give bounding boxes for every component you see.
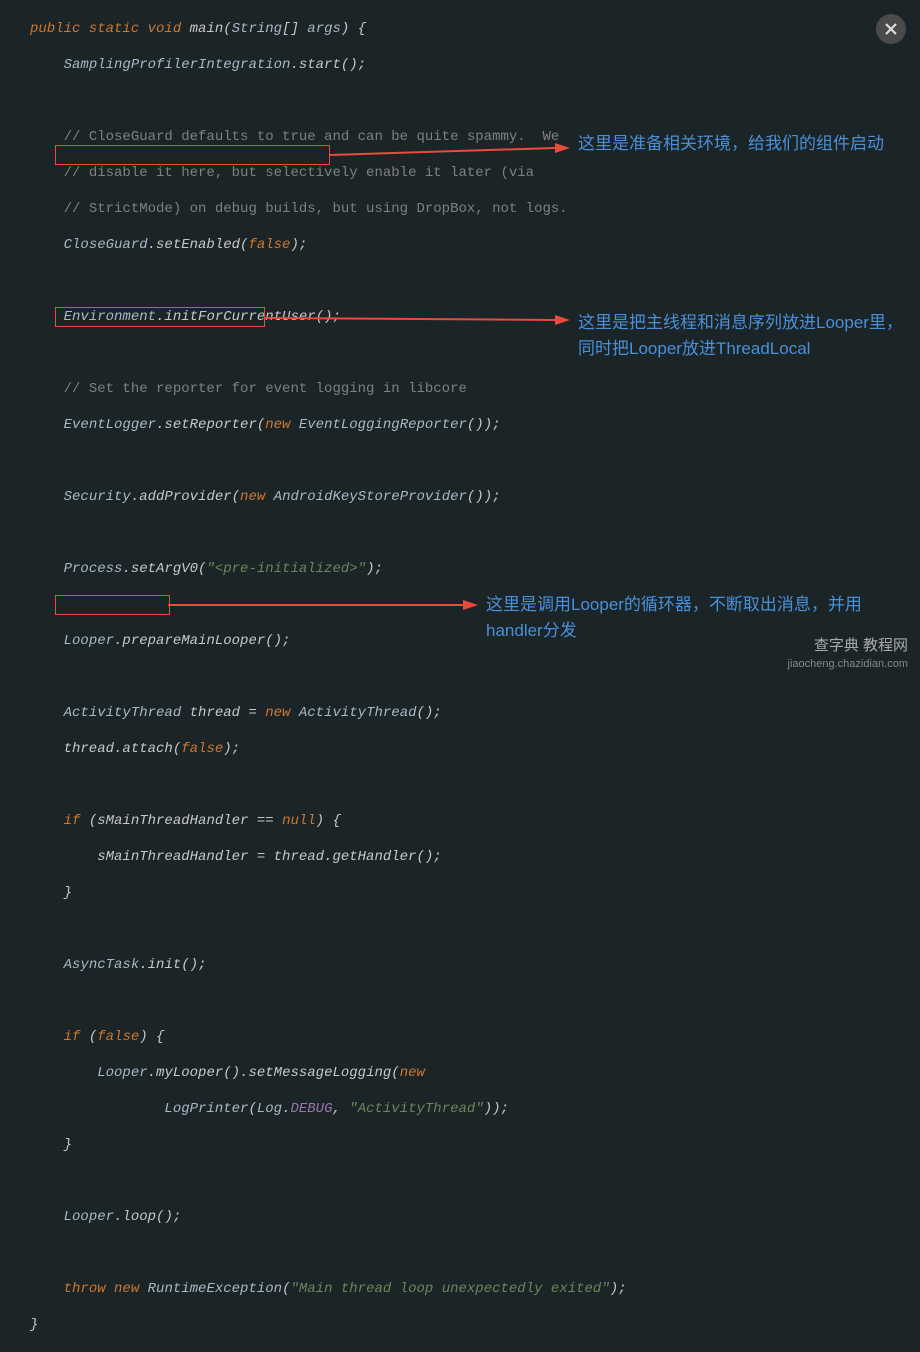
code-line: Looper.loop(); <box>30 1208 627 1226</box>
code-line: Security.addProvider(new AndroidKeyStore… <box>30 488 627 506</box>
code-line: Looper.myLooper().setMessageLogging(new <box>30 1064 627 1082</box>
code-line: // disable it here, but selectively enab… <box>30 164 627 182</box>
code-line: thread.attach(false); <box>30 740 627 758</box>
code-line: if (false) { <box>30 1028 627 1046</box>
code-line: SamplingProfilerIntegration.start(); <box>30 56 627 74</box>
annotation-environment: 这里是准备相关环境，给我们的组件启动 <box>578 131 888 157</box>
code-line: EventLogger.setReporter(new EventLogging… <box>30 416 627 434</box>
code-line <box>30 776 627 794</box>
code-line <box>30 668 627 686</box>
code-line: CloseGuard.setEnabled(false); <box>30 236 627 254</box>
close-button[interactable] <box>876 14 906 44</box>
code-line: Process.setArgV0("<pre-initialized>"); <box>30 560 627 578</box>
code-line: ActivityThread thread = new ActivityThre… <box>30 704 627 722</box>
code-line <box>30 344 627 362</box>
code-line: // CloseGuard defaults to true and can b… <box>30 128 627 146</box>
code-line <box>30 1244 627 1262</box>
watermark-brand: 查字典 教程网 <box>788 637 908 655</box>
code-line: if (sMainThreadHandler == null) { <box>30 812 627 830</box>
code-line: Environment.initForCurrentUser(); <box>30 308 627 326</box>
code-line: } <box>30 1316 627 1334</box>
code-line: sMainThreadHandler = thread.getHandler()… <box>30 848 627 866</box>
code-line: // Set the reporter for event logging in… <box>30 380 627 398</box>
code-line <box>30 992 627 1010</box>
code-line <box>30 452 627 470</box>
code-line <box>30 524 627 542</box>
code-line: LogPrinter(Log.DEBUG, "ActivityThread"))… <box>30 1100 627 1118</box>
code-block: public static void main(String[] args) {… <box>30 2 627 1352</box>
code-line: throw new RuntimeException("Main thread … <box>30 1280 627 1298</box>
code-line: // StrictMode) on debug builds, but usin… <box>30 200 627 218</box>
code-line <box>30 920 627 938</box>
code-line: AsyncTask.init(); <box>30 956 627 974</box>
annotation-looper-prepare: 这里是把主线程和消息序列放进Looper里，同时把Looper放进ThreadL… <box>578 310 913 362</box>
code-line: public static void main(String[] args) { <box>30 20 627 38</box>
code-line <box>30 272 627 290</box>
watermark: 查字典 教程网 jiaocheng.chazidian.com <box>788 637 908 673</box>
code-line: } <box>30 1136 627 1154</box>
code-line <box>30 92 627 110</box>
watermark-url: jiaocheng.chazidian.com <box>788 655 908 673</box>
code-line <box>30 1172 627 1190</box>
close-icon <box>884 22 898 36</box>
code-line: } <box>30 884 627 902</box>
